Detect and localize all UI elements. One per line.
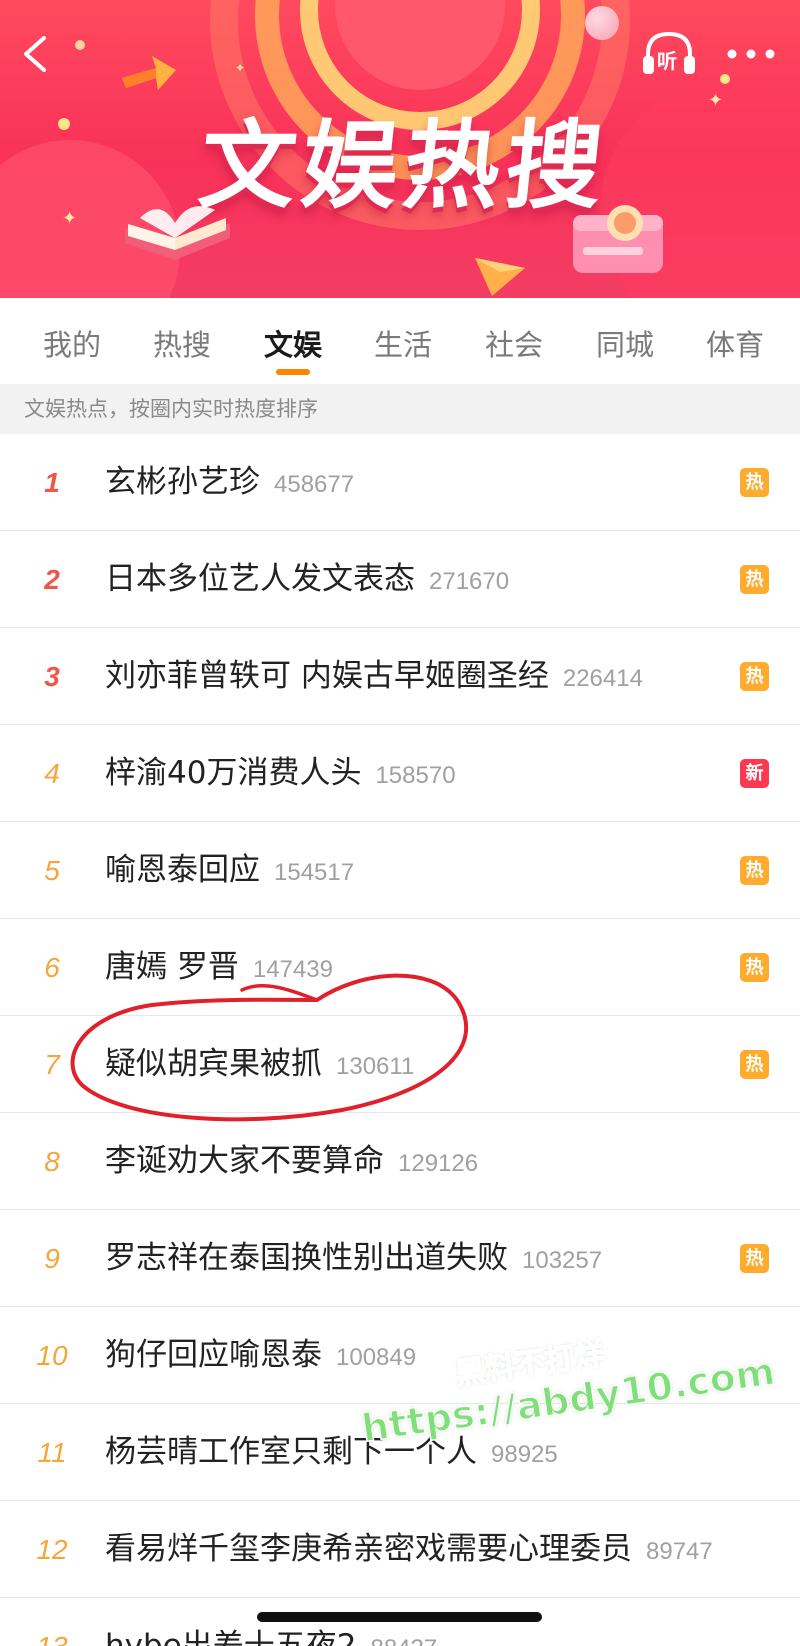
rank-number: 10 xyxy=(36,1340,68,1371)
ranking-description: 文娱热点，按圈内实时热度排序 xyxy=(0,384,800,434)
category-tabs: 我的 热搜 文娱 生活 社会 同城 体育 xyxy=(0,298,800,384)
active-tab-indicator xyxy=(276,369,310,375)
back-button[interactable] xyxy=(14,30,58,78)
item-title: 疑似胡宾果被抓 xyxy=(105,1046,322,1082)
hot-badge: 热 xyxy=(740,1244,769,1273)
item-title: 李诞劝大家不要算命 xyxy=(105,1143,384,1179)
hot-badge: 热 xyxy=(740,1050,769,1079)
more-button[interactable] xyxy=(720,36,782,72)
tab-life[interactable]: 生活 xyxy=(358,322,448,364)
tab-mine[interactable]: 我的 xyxy=(27,322,117,364)
list-item[interactable]: 9 罗志祥在泰国换性别出道失败 103257 热 xyxy=(0,1210,800,1307)
item-heat-count: 226414 xyxy=(562,665,643,692)
rank-number: 5 xyxy=(44,855,60,886)
tab-hot-search[interactable]: 热搜 xyxy=(137,322,227,364)
rank-number: 12 xyxy=(36,1534,68,1565)
tab-society[interactable]: 社会 xyxy=(469,322,559,364)
rank-number: 4 xyxy=(44,758,60,789)
camera-decor-icon xyxy=(573,205,663,273)
decor-dot xyxy=(720,74,730,84)
list-item[interactable]: 11 杨芸晴工作室只剩下一个人 98925 xyxy=(0,1404,800,1501)
rank-number: 7 xyxy=(44,1049,60,1080)
rank-number: 9 xyxy=(44,1243,60,1274)
list-item[interactable]: 6 唐嫣 罗晋 147439 热 xyxy=(0,919,800,1016)
rank-number: 6 xyxy=(44,952,60,983)
home-indicator[interactable] xyxy=(257,1612,542,1622)
listen-button[interactable]: 听 xyxy=(640,28,698,80)
item-heat-count: 88427 xyxy=(370,1635,437,1646)
list-item[interactable]: 10 狗仔回应喻恩泰 100849 xyxy=(0,1307,800,1404)
list-item[interactable]: 3 刘亦菲曾轶可 内娱古早姬圈圣经 226414 热 xyxy=(0,628,800,725)
new-badge: 新 xyxy=(740,759,769,788)
rank-number: 2 xyxy=(44,564,60,595)
item-title: 日本多位艺人发文表态 xyxy=(105,561,415,597)
rank-number: 1 xyxy=(44,467,60,498)
item-heat-count: 147439 xyxy=(252,956,333,983)
list-item[interactable]: 8 李诞劝大家不要算命 129126 xyxy=(0,1113,800,1210)
hot-badge: 热 xyxy=(740,662,769,691)
tab-local[interactable]: 同城 xyxy=(580,322,670,364)
list-item[interactable]: 7 疑似胡宾果被抓 130611 热 xyxy=(0,1016,800,1113)
hot-badge: 热 xyxy=(740,565,769,594)
cone-decor-icon xyxy=(475,258,525,296)
hot-badge: 热 xyxy=(740,953,769,982)
arrow-decor-icon xyxy=(122,56,176,90)
item-heat-count: 154517 xyxy=(274,859,355,886)
item-heat-count: 158570 xyxy=(375,762,456,789)
item-heat-count: 103257 xyxy=(522,1247,603,1274)
item-title: 刘亦菲曾轶可 内娱古早姬圈圣经 xyxy=(105,658,549,694)
item-title: 梓渝40万消费人头 xyxy=(105,755,362,791)
list-item[interactable]: 5 喻恩泰回应 154517 热 xyxy=(0,822,800,919)
list-item[interactable]: 12 看易烊千玺李庚希亲密戏需要心理委员 89747 xyxy=(0,1501,800,1598)
chevron-left-icon xyxy=(24,36,46,72)
tab-sports[interactable]: 体育 xyxy=(690,322,780,364)
item-title: 看易烊千玺李庚希亲密戏需要心理委员 xyxy=(105,1531,632,1567)
item-title: 唐嫣 罗晋 xyxy=(105,949,239,985)
item-heat-count: 89747 xyxy=(646,1538,713,1565)
item-heat-count: 98925 xyxy=(491,1441,558,1468)
item-heat-count: 129126 xyxy=(398,1150,479,1177)
list-item[interactable]: 2 日本多位艺人发文表态 271670 热 xyxy=(0,531,800,628)
sparkle-icon: ✦ xyxy=(708,90,724,111)
item-title: 玄彬孙艺珍 xyxy=(105,464,260,500)
item-heat-count: 130611 xyxy=(336,1053,415,1080)
item-title: hybe出差十五夜2 xyxy=(105,1628,357,1646)
rank-number: 13 xyxy=(22,1598,82,1646)
item-title: 杨芸晴工作室只剩下一个人 xyxy=(105,1434,477,1470)
hot-badge: 热 xyxy=(740,856,769,885)
planet-icon xyxy=(585,6,619,40)
hot-badge: 热 xyxy=(740,468,769,497)
item-heat-count: 271670 xyxy=(429,568,510,595)
sparkle-icon: ✦ xyxy=(62,208,78,229)
item-title: 罗志祥在泰国换性别出道失败 xyxy=(105,1240,508,1276)
list-item[interactable]: 4 梓渝40万消费人头 158570 新 xyxy=(0,725,800,822)
more-dots-icon xyxy=(727,49,775,59)
banner: ✦ ✦ ✦ 文娱热搜 听 xyxy=(0,0,800,298)
item-title: 狗仔回应喻恩泰 xyxy=(105,1337,322,1373)
rank-number: 3 xyxy=(44,661,60,692)
decor-dot xyxy=(75,40,85,50)
rank-number: 11 xyxy=(37,1437,67,1468)
sparkle-icon: ✦ xyxy=(235,61,246,75)
list-item[interactable]: 13 hybe出差十五夜2 88427 xyxy=(0,1598,800,1646)
listen-label: 听 xyxy=(657,49,677,73)
book-decor-icon xyxy=(125,206,230,260)
tab-entertainment[interactable]: 文娱 xyxy=(248,322,338,364)
list-item[interactable]: 1 玄彬孙艺珍 458677 热 xyxy=(0,434,800,531)
decor-dot xyxy=(58,118,70,130)
item-heat-count: 100849 xyxy=(336,1344,417,1371)
rank-number: 8 xyxy=(44,1146,60,1177)
item-title: 喻恩泰回应 xyxy=(105,852,260,888)
item-heat-count: 458677 xyxy=(274,471,355,498)
